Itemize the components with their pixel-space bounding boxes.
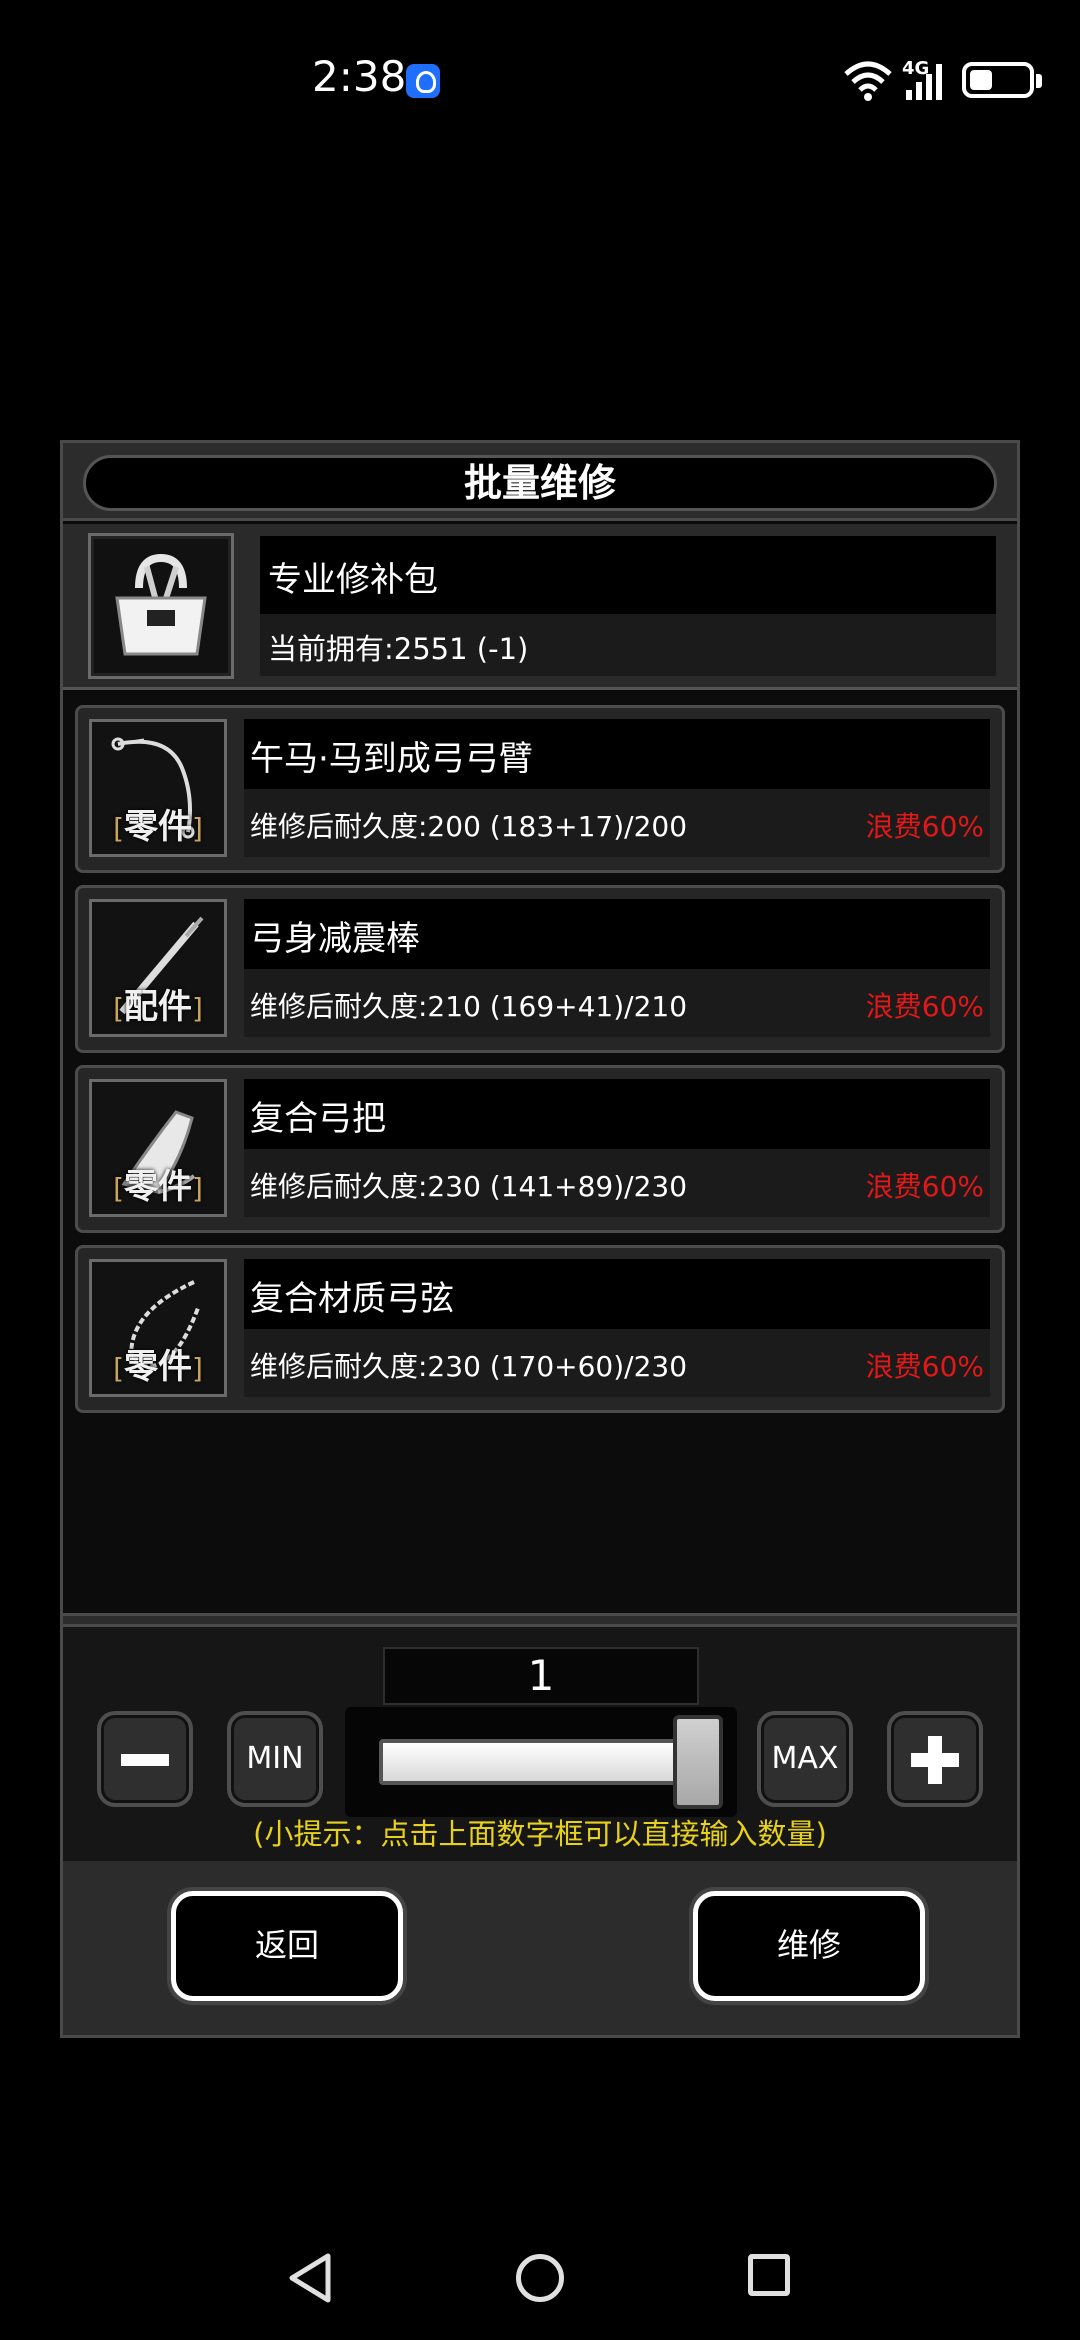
dialog-footer: 返回 维修 xyxy=(63,1861,1017,2035)
item-waste: 浪费60% xyxy=(865,1170,984,1203)
bow-limb-icon: [零件] xyxy=(89,719,227,857)
dialog-header: 批量维修 xyxy=(63,443,1017,521)
toolbox-icon xyxy=(88,533,234,679)
item-durability: 维修后耐久度:230 (141+89)/230 xyxy=(250,1170,688,1203)
slider-track[interactable] xyxy=(379,1739,679,1785)
item-waste: 浪费60% xyxy=(865,1350,984,1383)
stabilizer-rod-icon: [配件] xyxy=(89,899,227,1037)
nav-recent-apps-icon[interactable] xyxy=(748,2254,790,2296)
notification-icon xyxy=(406,64,440,98)
item-waste: 浪费60% xyxy=(865,990,984,1023)
bow-string-icon: [零件] xyxy=(89,1259,227,1397)
nav-home-icon[interactable] xyxy=(516,2254,564,2302)
repair-button[interactable]: 维修 xyxy=(693,1891,925,2001)
repair-item-list: [零件] 午马·马到成弓弓臂 维修后耐久度:200 (183+17)/200 浪… xyxy=(63,693,1017,1613)
increment-button[interactable] xyxy=(887,1711,983,1807)
wifi-icon xyxy=(844,61,892,101)
item-tag: 零件 xyxy=(124,1347,192,1387)
repair-kit-info: 专业修补包 当前拥有:2551 (-1) xyxy=(63,524,1017,690)
item-name: 复合弓把 xyxy=(250,1099,386,1139)
list-item[interactable]: [零件] 复合弓把 维修后耐久度:230 (141+89)/230 浪费60% xyxy=(75,1065,1005,1233)
nav-back-icon[interactable] xyxy=(286,2250,334,2306)
divider xyxy=(63,1613,1017,1627)
navigation-bar xyxy=(0,2220,1080,2340)
max-button[interactable]: MAX xyxy=(757,1711,853,1807)
status-bar: 2:38 4G xyxy=(0,0,1080,160)
list-item[interactable]: [零件] 午马·马到成弓弓臂 维修后耐久度:200 (183+17)/200 浪… xyxy=(75,705,1005,873)
item-tag: 零件 xyxy=(124,807,192,847)
signal-icon xyxy=(906,64,942,100)
item-name: 弓身减震棒 xyxy=(250,919,420,959)
quantity-selector: 1 MIN MAX (小提示：点击上面数字框可以直接输入数量) xyxy=(63,1627,1017,1861)
input-hint: (小提示：点击上面数字框可以直接输入数量) xyxy=(253,1817,827,1851)
battery-icon xyxy=(962,62,1042,98)
item-tag: 零件 xyxy=(124,1167,192,1207)
slider-handle[interactable] xyxy=(673,1715,723,1809)
item-name: 复合材质弓弦 xyxy=(250,1279,454,1319)
kit-name: 专业修补包 xyxy=(268,560,438,600)
kit-owned-count: 当前拥有:2551 (-1) xyxy=(268,632,529,666)
list-item[interactable]: [零件] 复合材质弓弦 维修后耐久度:230 (170+60)/230 浪费60… xyxy=(75,1245,1005,1413)
quantity-slider[interactable] xyxy=(345,1707,737,1817)
slider-fill xyxy=(383,1743,675,1781)
decrement-button[interactable] xyxy=(97,1711,193,1807)
minus-icon xyxy=(121,1754,169,1766)
quantity-input[interactable]: 1 xyxy=(383,1647,699,1705)
min-button[interactable]: MIN xyxy=(227,1711,323,1807)
list-item[interactable]: [配件] 弓身减震棒 维修后耐久度:210 (169+41)/210 浪费60% xyxy=(75,885,1005,1053)
item-tag: 配件 xyxy=(124,987,192,1027)
back-button[interactable]: 返回 xyxy=(171,1891,403,2001)
item-durability: 维修后耐久度:210 (169+41)/210 xyxy=(250,990,688,1023)
dialog-title: 批量维修 xyxy=(83,455,997,511)
item-durability: 维修后耐久度:200 (183+17)/200 xyxy=(250,810,688,843)
bow-grip-icon: [零件] xyxy=(89,1079,227,1217)
item-waste: 浪费60% xyxy=(865,810,984,843)
item-name: 午马·马到成弓弓臂 xyxy=(250,739,533,779)
batch-repair-dialog: 批量维修 专业修补包 当前拥有:2551 (-1) [零件] 午马·马到成弓弓臂… xyxy=(60,440,1020,2038)
item-durability: 维修后耐久度:230 (170+60)/230 xyxy=(250,1350,688,1383)
status-time: 2:38 xyxy=(312,52,407,101)
